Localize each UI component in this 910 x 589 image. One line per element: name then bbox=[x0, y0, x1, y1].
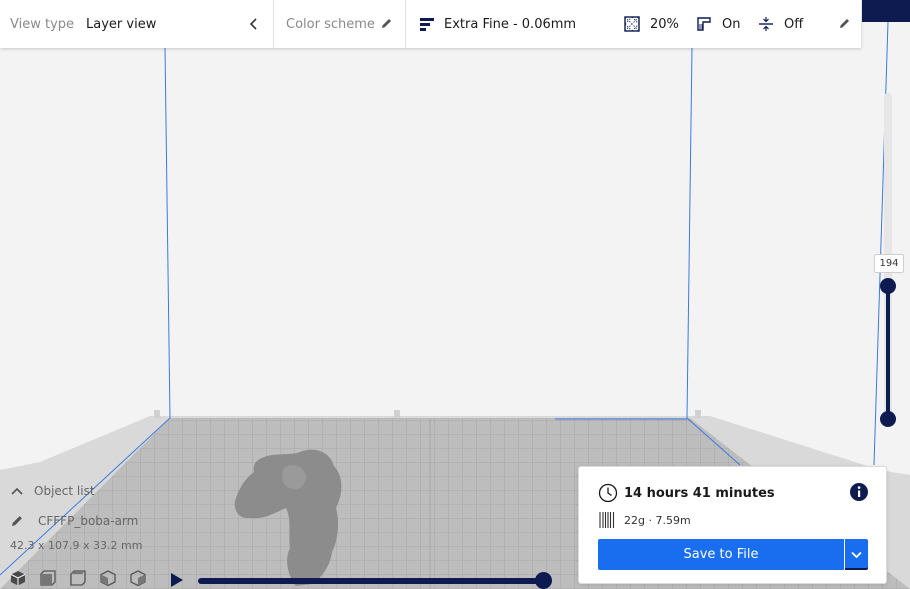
view-type-label: View type bbox=[10, 16, 75, 32]
layer-slider-upper-handle[interactable] bbox=[880, 278, 896, 294]
object-list-label: Object list bbox=[34, 484, 95, 498]
chevron-up-icon bbox=[11, 487, 23, 495]
layer-slider-lower-handle[interactable] bbox=[880, 411, 896, 427]
plate-clip bbox=[154, 410, 160, 418]
plate-clip bbox=[695, 410, 701, 418]
layer-slider-range[interactable] bbox=[886, 286, 890, 420]
save-options-dropdown[interactable] bbox=[845, 539, 868, 570]
layer-number-label[interactable]: 194 bbox=[874, 254, 904, 273]
front-view-icon[interactable] bbox=[38, 568, 58, 588]
object-name-row[interactable]: CFFFP_boba-arm bbox=[10, 514, 138, 528]
view-type-selector[interactable]: View type Layer view bbox=[0, 0, 274, 48]
object-name: CFFFP_boba-arm bbox=[38, 514, 139, 528]
left-view-icon[interactable] bbox=[98, 568, 118, 588]
material-usage: 22g · 7.59m bbox=[624, 513, 691, 527]
infill-icon bbox=[624, 16, 640, 32]
print-time: 14 hours 41 minutes bbox=[624, 485, 775, 501]
infill-setting[interactable]: 20% bbox=[624, 0, 679, 48]
pencil-icon[interactable] bbox=[838, 17, 851, 30]
print-info-panel: 14 hours 41 minutes 22g · 7.59m Save to … bbox=[578, 466, 887, 584]
color-scheme-selector[interactable]: Color scheme bbox=[274, 0, 406, 48]
camera-view-buttons bbox=[8, 568, 158, 588]
print-time-row: 14 hours 41 minutes bbox=[598, 483, 775, 503]
simulation-slider-handle[interactable] bbox=[535, 572, 552, 589]
support-setting[interactable]: On bbox=[696, 0, 740, 48]
pencil-icon[interactable] bbox=[10, 514, 24, 528]
view-type-value: Layer view bbox=[86, 16, 157, 32]
adhesion-icon bbox=[759, 17, 773, 31]
color-scheme-label: Color scheme bbox=[286, 16, 375, 32]
adhesion-setting[interactable]: Off bbox=[758, 0, 803, 48]
profile-name: Extra Fine - 0.06mm bbox=[444, 16, 577, 32]
support-icon bbox=[697, 17, 711, 31]
top-view-icon[interactable] bbox=[68, 568, 88, 588]
infill-value: 20% bbox=[650, 16, 679, 32]
filament-spool-icon bbox=[599, 512, 615, 528]
chevron-left-icon[interactable] bbox=[247, 16, 261, 32]
info-icon[interactable] bbox=[849, 482, 869, 502]
save-to-file-button[interactable]: Save to File bbox=[598, 539, 844, 570]
pencil-icon[interactable] bbox=[380, 17, 393, 30]
chevron-down-icon bbox=[851, 551, 862, 558]
support-value: On bbox=[722, 16, 741, 32]
adhesion-value: Off bbox=[784, 16, 804, 32]
material-usage-row: 22g · 7.59m bbox=[599, 511, 691, 529]
object-dimensions: 42.3 x 107.9 x 33.2 mm bbox=[10, 539, 143, 552]
right-view-icon[interactable] bbox=[128, 568, 148, 588]
play-icon[interactable] bbox=[168, 571, 186, 589]
plate-clip bbox=[394, 410, 400, 418]
top-toolbar: View type Layer view Color scheme Extra … bbox=[0, 0, 861, 48]
profile-bars-icon bbox=[420, 18, 434, 31]
clock-icon bbox=[598, 483, 618, 503]
object-list-toggle[interactable]: Object list bbox=[10, 484, 95, 498]
print-settings-summary[interactable]: Extra Fine - 0.06mm 20% On Off bbox=[406, 0, 861, 48]
simulation-slider-track[interactable] bbox=[198, 578, 544, 584]
3d-view-icon[interactable] bbox=[8, 568, 28, 588]
window-corner bbox=[862, 0, 910, 22]
